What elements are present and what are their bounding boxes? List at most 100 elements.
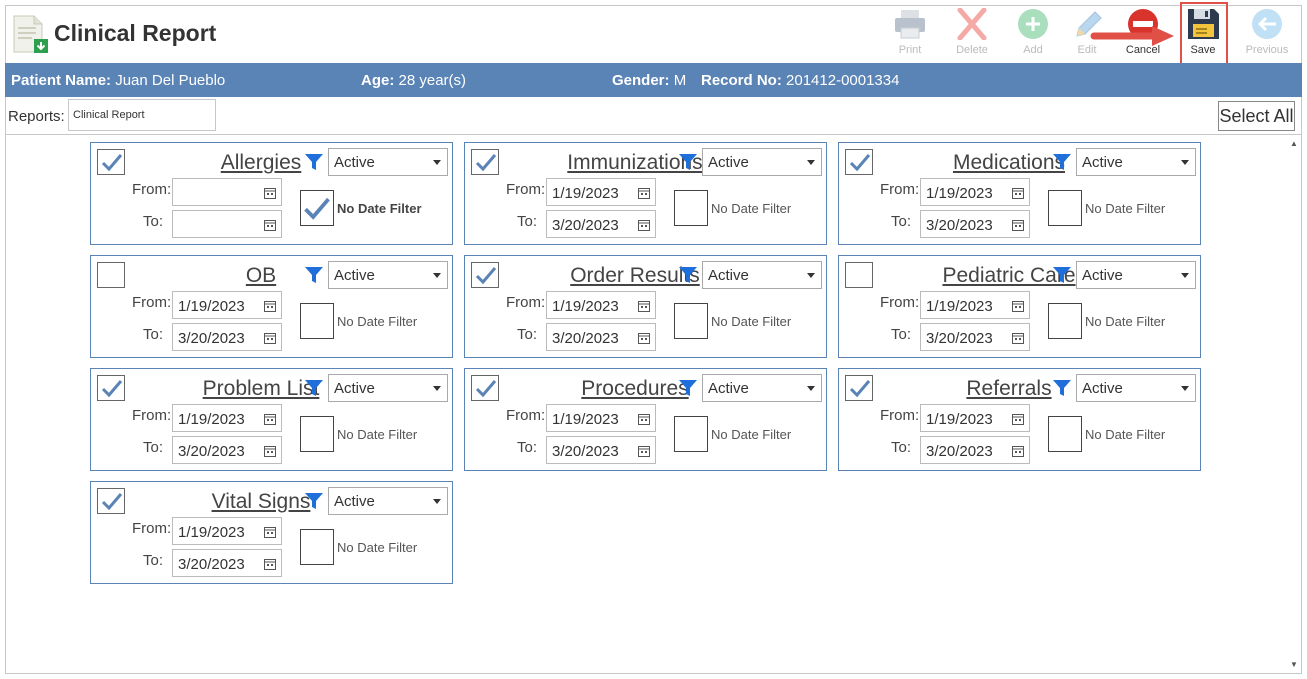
no-date-filter-checkbox[interactable] [674,190,708,226]
calendar-icon[interactable] [264,412,276,429]
to-date-input[interactable]: 3/20/2023 [172,323,282,351]
from-date-input[interactable]: 1/19/2023 [546,178,656,206]
to-label: To: [143,439,164,456]
no-date-filter-checkbox[interactable] [674,416,708,452]
vertical-scrollbar[interactable]: ▲ ▼ [1287,135,1301,673]
from-date-input[interactable]: 1/19/2023 [920,178,1030,206]
calendar-icon[interactable] [264,557,276,574]
to-label: To: [517,213,538,230]
from-label: From: [506,407,546,424]
from-date-input[interactable]: 1/19/2023 [172,517,282,545]
calendar-icon[interactable] [264,218,276,235]
calendar-icon[interactable] [1012,299,1024,316]
filter-funnel-icon [304,491,324,516]
section-checkbox[interactable] [97,149,125,175]
no-date-filter-checkbox[interactable] [674,303,708,339]
no-date-filter-checkbox[interactable] [300,529,334,565]
section-checkbox[interactable] [471,149,499,175]
calendar-icon[interactable] [264,299,276,316]
filter-funnel-icon [1052,378,1072,403]
no-date-filter-checkbox[interactable] [1048,190,1082,226]
section-checkbox[interactable] [845,375,873,401]
status-dropdown[interactable]: Active [328,261,448,289]
delete-button[interactable]: Delete [944,8,1000,62]
calendar-icon[interactable] [638,299,650,316]
to-date-input[interactable] [172,210,282,238]
no-date-filter-checkbox[interactable] [1048,416,1082,452]
status-dropdown[interactable]: Active [1076,374,1196,402]
calendar-icon[interactable] [1012,444,1024,461]
from-date-input[interactable] [172,178,282,206]
to-date-input[interactable]: 3/20/2023 [546,436,656,464]
section-checkbox[interactable] [97,262,125,288]
no-date-filter-checkbox[interactable] [300,303,334,339]
status-dropdown[interactable]: Active [1076,261,1196,289]
filter-funnel-icon [678,152,698,177]
calendar-icon[interactable] [638,186,650,203]
no-date-filter-checkbox[interactable] [300,416,334,452]
to-date-input[interactable]: 3/20/2023 [920,436,1030,464]
select-all-button[interactable]: Select All [1218,101,1295,131]
calendar-icon[interactable] [638,412,650,429]
to-date-input[interactable]: 3/20/2023 [920,210,1030,238]
section-checkbox[interactable] [845,149,873,175]
filter-funnel-icon [304,378,324,403]
calendar-icon[interactable] [638,331,650,348]
calendar-icon[interactable] [264,525,276,542]
to-label: To: [891,213,912,230]
section-checkbox[interactable] [471,262,499,288]
save-button[interactable]: Save [1175,8,1231,62]
calendar-icon[interactable] [1012,412,1024,429]
calendar-icon[interactable] [264,186,276,203]
to-date-input[interactable]: 3/20/2023 [546,323,656,351]
to-date-input[interactable]: 3/20/2023 [920,323,1030,351]
from-date-input[interactable]: 1/19/2023 [920,404,1030,432]
dropdown-caret-icon [433,273,441,278]
no-date-filter-checkbox[interactable] [1048,303,1082,339]
to-date-input[interactable]: 3/20/2023 [546,210,656,238]
add-button[interactable]: Add [1005,8,1061,62]
section-checkbox[interactable] [471,375,499,401]
status-dropdown[interactable]: Active [702,374,822,402]
print-button[interactable]: Print [882,8,938,62]
previous-button[interactable]: Previous [1239,8,1295,62]
patient-name: Patient Name: Juan Del Pueblo [11,72,226,89]
status-dropdown[interactable]: Active [328,148,448,176]
no-date-filter-checkbox[interactable] [300,190,334,226]
print-label: Print [898,44,922,56]
calendar-icon[interactable] [638,218,650,235]
calendar-icon[interactable] [264,331,276,348]
to-date-input[interactable]: 3/20/2023 [172,549,282,577]
section-checkbox[interactable] [97,488,125,514]
from-date-input[interactable]: 1/19/2023 [172,404,282,432]
to-label: To: [143,213,164,230]
dropdown-caret-icon [433,499,441,504]
calendar-icon[interactable] [1012,218,1024,235]
scroll-down-icon[interactable]: ▼ [1290,660,1298,669]
reports-field[interactable]: Clinical Report [68,99,216,131]
from-date-input[interactable]: 1/19/2023 [920,291,1030,319]
calendar-icon[interactable] [264,444,276,461]
to-date-input[interactable]: 3/20/2023 [172,436,282,464]
scroll-up-icon[interactable]: ▲ [1290,139,1298,148]
filter-funnel-icon [678,265,698,290]
section-card-procedures: Procedures Active From: 1/19/2023 To: 3/… [464,368,827,471]
from-date-input[interactable]: 1/19/2023 [546,404,656,432]
from-date-input[interactable]: 1/19/2023 [172,291,282,319]
section-checkbox[interactable] [845,262,873,288]
calendar-icon[interactable] [638,444,650,461]
from-label: From: [880,181,920,198]
status-dropdown[interactable]: Active [702,148,822,176]
report-document-icon [12,14,48,54]
section-checkbox[interactable] [97,375,125,401]
status-dropdown[interactable]: Active [328,374,448,402]
calendar-icon[interactable] [1012,331,1024,348]
status-dropdown[interactable]: Active [1076,148,1196,176]
patient-info-bar: Patient Name: Juan Del Pueblo Age: 28 ye… [5,63,1302,97]
status-dropdown[interactable]: Active [702,261,822,289]
from-date-input[interactable]: 1/19/2023 [546,291,656,319]
status-dropdown[interactable]: Active [328,487,448,515]
to-label: To: [517,326,538,343]
calendar-icon[interactable] [1012,186,1024,203]
filter-funnel-icon [304,152,324,177]
